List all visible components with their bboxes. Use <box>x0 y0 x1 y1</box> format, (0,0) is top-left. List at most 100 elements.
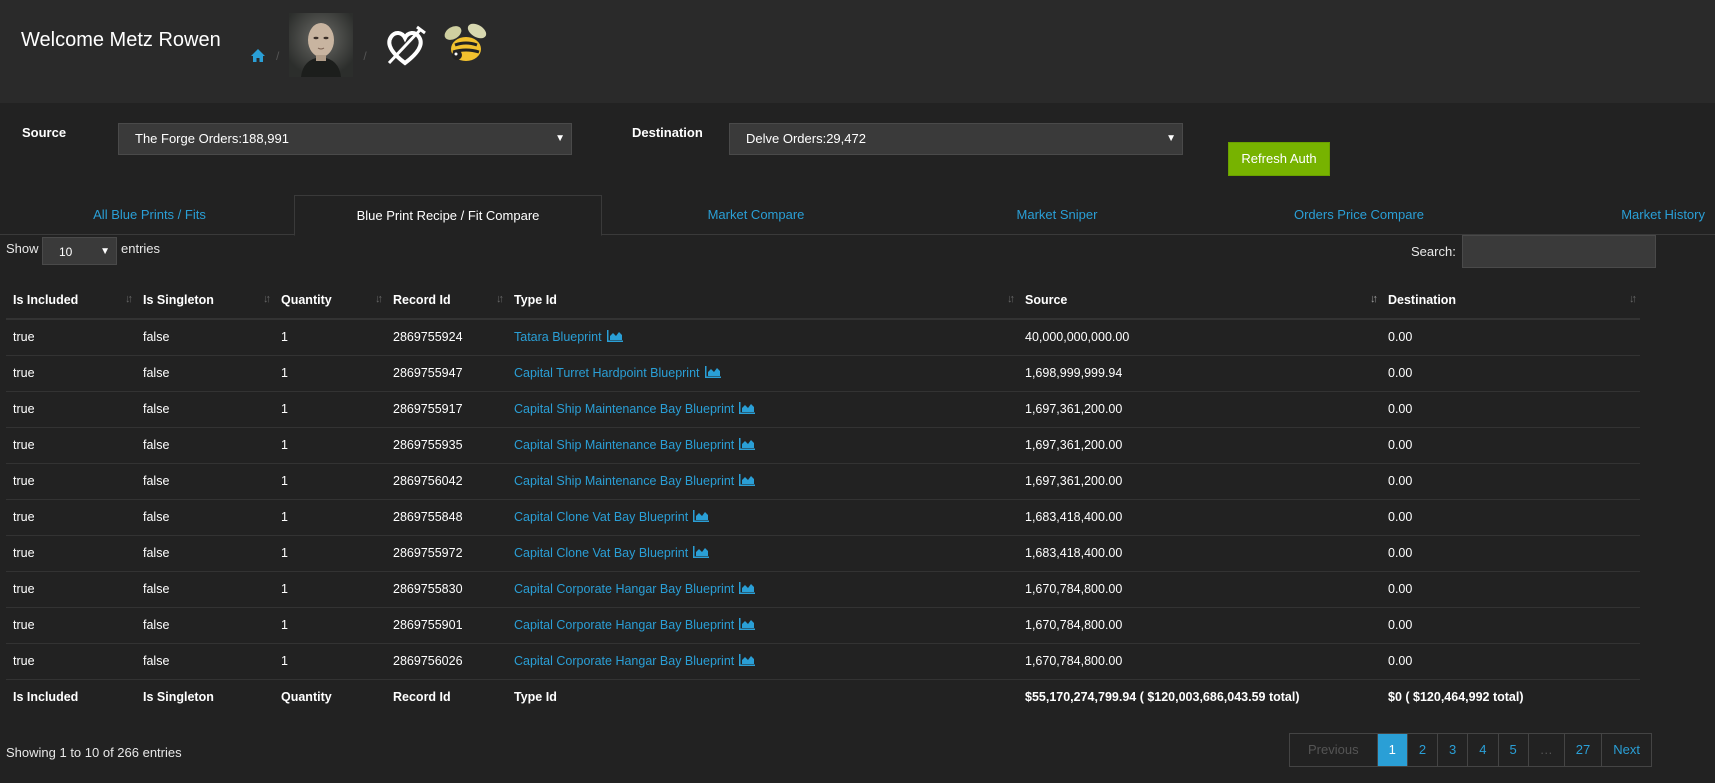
type-link[interactable]: Capital Clone Vat Bay Blueprint <box>514 546 688 560</box>
column-header[interactable]: Is Singleton ↓↑ <box>136 281 274 320</box>
table-row: true false 1 2869755848 Capital Clone Vat Ba… <box>6 499 1640 536</box>
area-chart-icon[interactable] <box>734 402 756 416</box>
destination-value: Delve Orders:29,472 <box>746 131 866 146</box>
table-cell: 1 <box>274 391 386 428</box>
page-5[interactable]: 5 <box>1498 734 1529 766</box>
table-cell: 1 <box>274 571 386 608</box>
home-icon[interactable] <box>250 48 266 64</box>
column-header[interactable]: Source ↓↑ <box>1018 281 1381 320</box>
sort-icon: ↓↑ <box>1629 293 1637 305</box>
column-header[interactable]: Is Included ↓↑ <box>6 281 136 320</box>
page-3[interactable]: 3 <box>1438 734 1469 766</box>
column-header[interactable]: Destination ↓↑ <box>1381 281 1640 320</box>
breadcrumb: / / <box>250 13 491 77</box>
breadcrumb-separator: / <box>363 49 367 63</box>
table-cell: 1 <box>274 643 386 680</box>
type-link[interactable]: Capital Ship Maintenance Bay Blueprint <box>514 402 734 416</box>
source-value: The Forge Orders:188,991 <box>135 131 289 146</box>
table-cell: true <box>6 355 136 392</box>
sort-icon: ↓↑ <box>1007 293 1015 305</box>
tab-blueprint-recipe[interactable]: Blue Print Recipe / Fit Compare <box>294 195 602 236</box>
table-cell: 1 <box>274 607 386 644</box>
table-footer: Showing 1 to 10 of 266 entries Previous … <box>0 733 1715 783</box>
table-info: Showing 1 to 10 of 266 entries <box>6 745 182 760</box>
type-link[interactable]: Capital Corporate Hangar Bay Blueprint <box>514 654 734 668</box>
tab-all-blueprints[interactable]: All Blue Prints / Fits <box>33 195 266 235</box>
table-cell: 0.00 <box>1381 391 1640 428</box>
table-cell: 0.00 <box>1381 643 1640 680</box>
page-27[interactable]: 27 <box>1564 734 1603 766</box>
tab-market-sniper[interactable]: Market Sniper <box>955 195 1159 235</box>
destination-select[interactable]: Delve Orders:29,472 ▼ <box>729 123 1183 155</box>
table-cell: 1 <box>274 355 386 392</box>
table-cell: 1 <box>274 427 386 464</box>
table-cell: true <box>6 535 136 572</box>
corporation-logo[interactable] <box>439 19 491 71</box>
table-cell: 2869755901 <box>386 607 507 644</box>
area-chart-icon[interactable] <box>602 330 623 344</box>
type-id-cell: Capital Ship Maintenance Bay Blueprint <box>507 391 1018 428</box>
type-id-cell: Capital Clone Vat Bay Blueprint <box>507 499 1018 536</box>
type-link[interactable]: Capital Turret Hardpoint Blueprint <box>514 366 700 380</box>
alliance-logo[interactable] <box>379 19 431 71</box>
sort-icon: ↓↑ <box>263 293 271 305</box>
table-cell: false <box>136 607 274 644</box>
tab-market-compare[interactable]: Market Compare <box>651 195 861 235</box>
table-cell: 1,670,784,800.00 <box>1018 571 1381 608</box>
area-chart-icon[interactable] <box>734 438 756 452</box>
type-link[interactable]: Capital Corporate Hangar Bay Blueprint <box>514 582 734 596</box>
tab-market-history[interactable]: Market History <box>1596 195 1715 235</box>
page-previous[interactable]: Previous <box>1290 734 1378 766</box>
type-link[interactable]: Capital Corporate Hangar Bay Blueprint <box>514 618 734 632</box>
page-length-select[interactable]: 10 ▼ <box>42 237 117 265</box>
type-link[interactable]: Tatara Blueprint <box>514 330 602 344</box>
table-cell: 0.00 <box>1381 571 1640 608</box>
page-2[interactable]: 2 <box>1407 734 1439 766</box>
character-portrait[interactable] <box>289 13 354 77</box>
column-header[interactable]: Type Id ↓↑ <box>507 281 1018 320</box>
table-cell: 1,697,361,200.00 <box>1018 427 1381 464</box>
type-id-cell: Tatara Blueprint <box>507 319 1018 356</box>
destination-total: $0 ( $120,464,992 total) <box>1388 690 1524 705</box>
sort-desc-icon: ↓↑ <box>1370 293 1378 305</box>
sort-icon: ↓↑ <box>125 293 133 305</box>
tab-orders-price-compare[interactable]: Orders Price Compare <box>1248 195 1470 235</box>
search-input[interactable] <box>1462 235 1656 268</box>
welcome-title: Welcome Metz Rowen <box>21 29 221 51</box>
type-link[interactable]: Capital Ship Maintenance Bay Blueprint <box>514 438 734 452</box>
entries-label: entries <box>121 241 161 256</box>
column-header[interactable]: Quantity ↓↑ <box>274 281 386 320</box>
show-label: Show <box>6 241 39 256</box>
area-chart-icon[interactable] <box>734 582 756 596</box>
order-selectors: Source The Forge Orders:188,991 ▼ Destin… <box>0 103 1715 195</box>
table-cell: 0.00 <box>1381 427 1640 464</box>
table-cell: 0.00 <box>1381 319 1640 356</box>
refresh-auth-button[interactable]: Refresh Auth <box>1228 142 1330 176</box>
table-cell: false <box>136 391 274 428</box>
area-chart-icon[interactable] <box>734 618 756 632</box>
source-select[interactable]: The Forge Orders:188,991 ▼ <box>118 123 572 155</box>
type-link[interactable]: Capital Clone Vat Bay Blueprint <box>514 510 688 524</box>
page-next[interactable]: Next <box>1602 734 1651 766</box>
table-controls: Show 10 ▼ entries Search: <box>0 235 1715 281</box>
table-cell: true <box>6 391 136 428</box>
table-cell: 1 <box>274 319 386 356</box>
type-id-cell: Capital Ship Maintenance Bay Blueprint <box>507 427 1018 464</box>
area-chart-icon[interactable] <box>734 474 756 488</box>
page-4[interactable]: 4 <box>1468 734 1499 766</box>
table-cell: false <box>136 463 274 500</box>
area-chart-icon[interactable] <box>688 546 710 560</box>
area-chart-icon[interactable] <box>734 654 756 668</box>
footer-cell: Type Id <box>514 690 557 705</box>
orders-table: Is Included ↓↑ Is Singleton ↓↑ Quantity ↓↑ … <box>6 281 1640 715</box>
table-header-row: Is Included ↓↑ Is Singleton ↓↑ Quantity ↓↑ … <box>6 281 1640 320</box>
page-1[interactable]: 1 <box>1377 734 1408 766</box>
page-header: Welcome Metz Rowen / / <box>0 0 1715 103</box>
chevron-down-icon: ▼ <box>1166 133 1176 144</box>
type-id-cell: Capital Turret Hardpoint Blueprint <box>507 355 1018 392</box>
source-label: Source <box>22 125 67 140</box>
column-header[interactable]: Record Id ↓↑ <box>386 281 507 320</box>
type-link[interactable]: Capital Ship Maintenance Bay Blueprint <box>514 474 734 488</box>
area-chart-icon[interactable] <box>688 510 710 524</box>
area-chart-icon[interactable] <box>700 366 721 380</box>
